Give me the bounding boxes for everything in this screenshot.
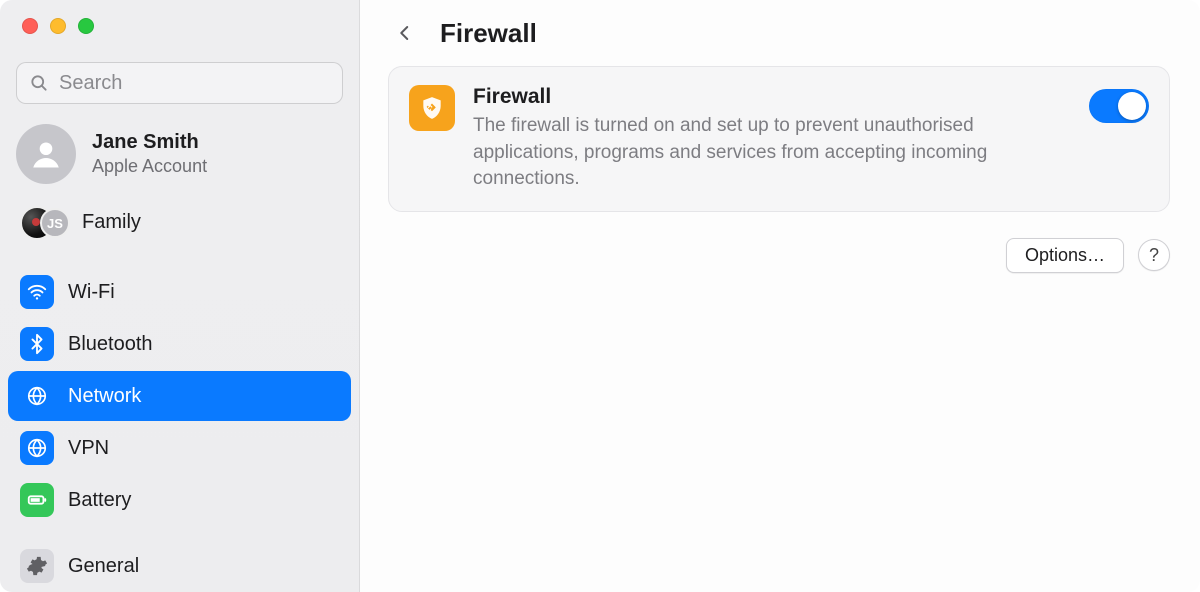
bluetooth-icon — [20, 327, 54, 361]
firewall-shield-icon — [409, 85, 455, 131]
sidebar-item-label: Bluetooth — [68, 333, 153, 356]
account-name: Jane Smith — [92, 131, 207, 154]
family-member-avatar-2: JS — [40, 208, 70, 238]
search-container — [0, 40, 359, 118]
window-controls — [0, 0, 359, 40]
page-title: Firewall — [440, 18, 537, 49]
chevron-left-icon — [396, 19, 414, 47]
search-field[interactable] — [16, 62, 343, 104]
sidebar-item-label: Wi-Fi — [68, 281, 115, 304]
avatar — [16, 124, 76, 184]
content-header: Firewall — [388, 6, 1170, 66]
search-icon — [29, 73, 49, 93]
minimize-window-button[interactable] — [50, 18, 66, 34]
sidebar-item-label: Network — [68, 385, 141, 408]
sidebar: Jane Smith Apple Account JS Family Wi-Fi — [0, 0, 360, 592]
firewall-panel-title: Firewall — [473, 85, 989, 109]
family-avatars: JS — [20, 204, 68, 240]
globe-icon — [20, 379, 54, 413]
panel-actions: Options… ? — [388, 238, 1170, 273]
options-button[interactable]: Options… — [1006, 238, 1124, 273]
system-settings-window: Jane Smith Apple Account JS Family Wi-Fi — [0, 0, 1200, 592]
sidebar-list: Wi-Fi Bluetooth Networ — [0, 266, 359, 592]
search-input[interactable] — [59, 72, 330, 95]
wifi-icon — [20, 275, 54, 309]
toggle-knob — [1118, 92, 1146, 120]
account-row[interactable]: Jane Smith Apple Account — [0, 118, 359, 198]
sidebar-item-network[interactable]: Network — [8, 371, 351, 421]
firewall-toggle[interactable] — [1089, 89, 1149, 123]
gear-icon — [20, 549, 54, 583]
sidebar-item-battery[interactable]: Battery — [8, 475, 351, 525]
firewall-panel: Firewall The firewall is turned on and s… — [388, 66, 1170, 212]
sidebar-item-bluetooth[interactable]: Bluetooth — [8, 319, 351, 369]
firewall-panel-text: Firewall The firewall is turned on and s… — [473, 85, 1149, 193]
account-subtitle: Apple Account — [92, 156, 207, 177]
back-button[interactable] — [388, 16, 422, 50]
sidebar-item-label: General — [68, 555, 139, 578]
sidebar-item-family[interactable]: JS Family — [0, 198, 359, 252]
account-text: Jane Smith Apple Account — [92, 131, 207, 177]
close-window-button[interactable] — [22, 18, 38, 34]
sidebar-item-label: Battery — [68, 489, 131, 512]
vpn-icon — [20, 431, 54, 465]
firewall-panel-description: The firewall is turned on and set up to … — [473, 113, 989, 193]
sidebar-item-vpn[interactable]: VPN — [8, 423, 351, 473]
family-label: Family — [82, 211, 141, 234]
main-content: Firewall Firewall The firewall is turned… — [360, 0, 1200, 592]
person-icon — [28, 136, 64, 172]
help-button[interactable]: ? — [1138, 239, 1170, 271]
sidebar-item-wifi[interactable]: Wi-Fi — [8, 267, 351, 317]
battery-icon — [20, 483, 54, 517]
sidebar-item-label: VPN — [68, 437, 109, 460]
zoom-window-button[interactable] — [78, 18, 94, 34]
sidebar-item-general[interactable]: General — [8, 541, 351, 591]
